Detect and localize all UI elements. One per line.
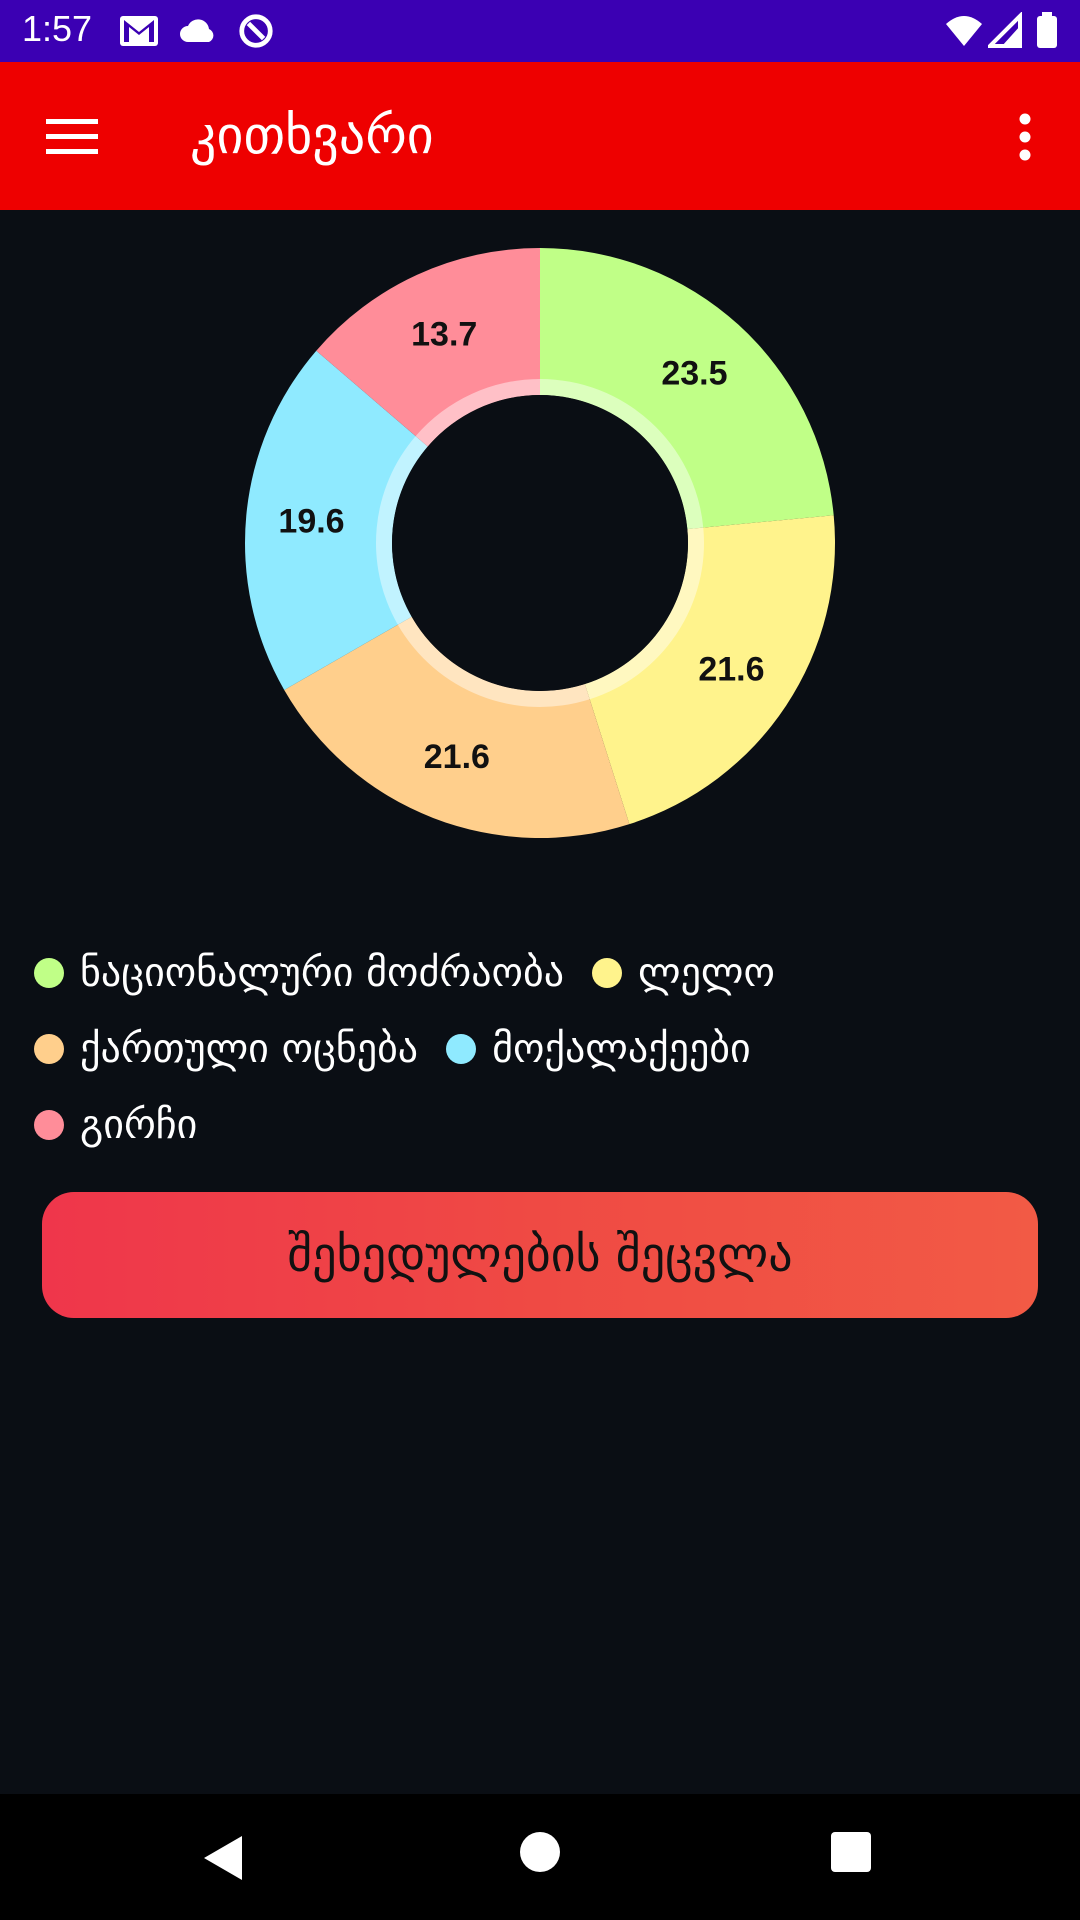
- change-opinion-button-label: შეხედულების შეცვლა: [287, 1227, 793, 1283]
- legend-item: ქართული ოცნება: [34, 1026, 418, 1072]
- more-vert-icon: [1019, 113, 1031, 161]
- legend-label: გირჩი: [80, 1102, 198, 1148]
- recents-icon[interactable]: [831, 1832, 871, 1872]
- donut-hole: [392, 395, 688, 691]
- status-time: 1:57: [22, 8, 93, 49]
- legend-label: ლელო: [638, 950, 775, 996]
- cloud-icon: [180, 19, 214, 42]
- change-opinion-button[interactable]: შეხედულების შეცვლა: [42, 1192, 1038, 1318]
- pie-slice-label: 21.6: [424, 738, 490, 776]
- legend-dot: [446, 1034, 477, 1064]
- legend-item: ლელო: [592, 950, 775, 996]
- donut-chart-svg: 23.5 21.6 21.6 19.6 13.7: [245, 248, 835, 838]
- legend-item: ნაციონალური მოძრაობა: [34, 950, 564, 996]
- pie-slice-label: 19.6: [278, 502, 344, 540]
- wifi-icon: [946, 16, 982, 46]
- battery-icon: [1037, 12, 1057, 48]
- chart-legend: ნაციონალური მოძრაობა ლელო ქართული ოცნება…: [34, 935, 1054, 1163]
- donut-chart: 23.5 21.6 21.6 19.6 13.7: [0, 210, 1080, 890]
- legend-dot: [34, 1034, 64, 1064]
- pie-slice-label: 13.7: [411, 315, 477, 353]
- system-nav-bar: [0, 1794, 1080, 1920]
- legend-label: ნაციონალური მოძრაობა: [80, 950, 565, 996]
- legend-dot: [592, 958, 623, 988]
- sync-icon: [239, 14, 273, 48]
- hamburger-menu-icon: [46, 119, 98, 154]
- pie-slice-label: 23.5: [661, 354, 727, 392]
- app-bar: კითხვარი: [0, 62, 1080, 210]
- home-icon[interactable]: [520, 1832, 560, 1872]
- overflow-menu-button[interactable]: [990, 97, 1060, 177]
- legend-dot: [34, 958, 64, 988]
- signal-icon: [988, 12, 1022, 48]
- page-title: კითხვარი: [190, 106, 434, 166]
- back-icon[interactable]: [200, 1834, 246, 1882]
- legend-item: გირჩი: [34, 1102, 197, 1148]
- gmail-icon: [120, 16, 158, 46]
- legend-dot: [34, 1110, 64, 1140]
- menu-button[interactable]: [32, 102, 112, 172]
- legend-label: ქართული ოცნება: [80, 1026, 419, 1072]
- legend-label: მოქალაქეები: [492, 1026, 751, 1072]
- status-bar: 1:57: [0, 0, 1080, 62]
- legend-item: მოქალაქეები: [446, 1026, 751, 1072]
- pie-slice-label: 21.6: [698, 651, 764, 689]
